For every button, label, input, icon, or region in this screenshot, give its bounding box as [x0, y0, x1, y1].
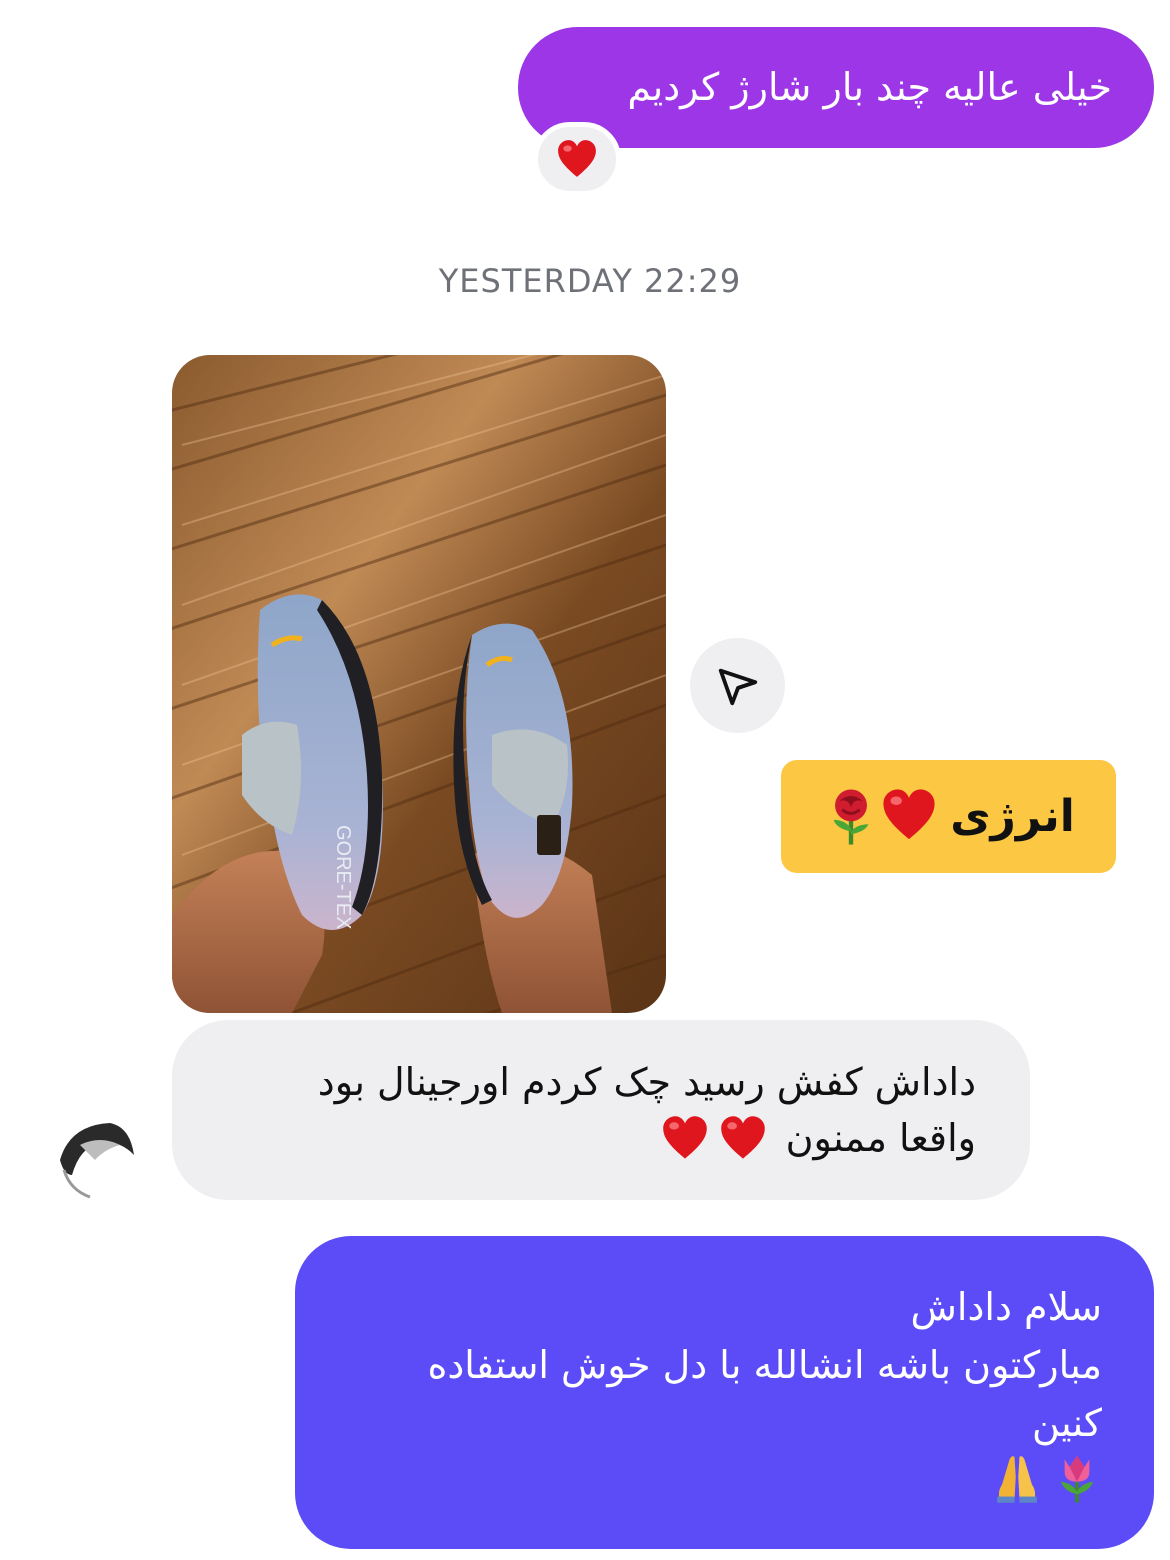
avatar-image — [50, 1115, 135, 1200]
shoe-photo: GORE-TEX — [172, 355, 666, 1013]
message-bubble-outgoing[interactable]: سلام داداش مبارکتون باشه انشالله با دل خ… — [295, 1236, 1154, 1549]
heart-icon — [883, 788, 935, 839]
tulip-icon — [1060, 1455, 1094, 1503]
heart-icon — [662, 1116, 707, 1159]
share-button[interactable] — [690, 638, 785, 733]
heart-icon — [720, 1116, 765, 1159]
message-text-line-2: واقعا ممنون — [785, 1116, 976, 1160]
reaction-badge[interactable] — [533, 122, 621, 196]
message-bubble-outgoing[interactable]: خیلی عالیه چند بار شارژ کردیم — [518, 27, 1154, 148]
message-text-line-1: سلام داداش — [910, 1285, 1102, 1329]
message-bubble-incoming[interactable]: داداش کفش رسید چک کردم اورجینال بود واقع… — [172, 1020, 1030, 1200]
message-text: خیلی عالیه چند بار شارژ کردیم — [627, 65, 1112, 109]
rose-icon — [833, 788, 869, 845]
heart-icon — [558, 140, 596, 177]
pray-icon — [997, 1456, 1037, 1503]
photo-message[interactable]: GORE-TEX — [172, 355, 666, 1013]
chat-thread: خیلی عالیه چند بار شارژ کردیم YESTERDAY … — [0, 0, 1170, 1560]
timestamp-divider: YESTERDAY 22:29 — [438, 262, 742, 300]
message-text-line-1: داداش کفش رسید چک کردم اورجینال بود — [317, 1060, 976, 1104]
send-icon — [718, 668, 757, 705]
message-text-line-2: مبارکتون باشه انشالله با دل خوش استفاده — [427, 1343, 1102, 1387]
avatar[interactable] — [50, 1115, 135, 1200]
sticker-text: انرژی — [950, 791, 1075, 842]
text-sticker[interactable]: انرژی — [781, 760, 1116, 873]
message-text-line-3: کنین — [1032, 1401, 1102, 1445]
shoe-label: GORE-TEX — [332, 825, 354, 929]
